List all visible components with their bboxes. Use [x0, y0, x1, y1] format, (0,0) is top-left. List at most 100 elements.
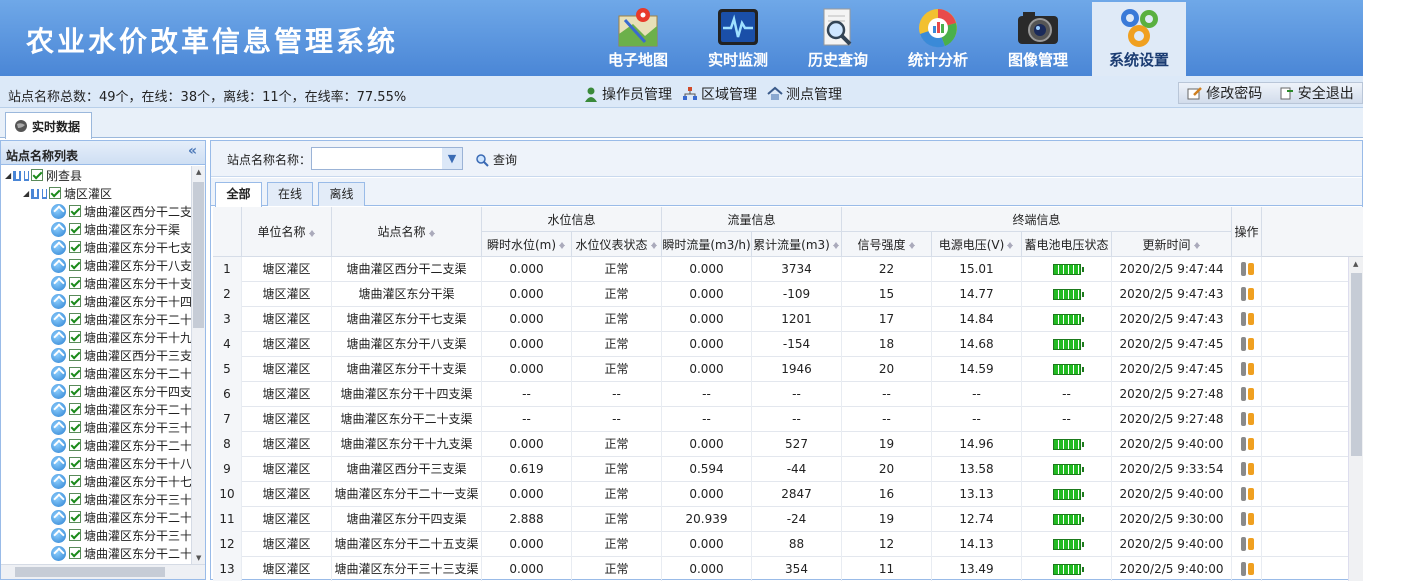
header-unit[interactable]: 单位名称	[242, 207, 332, 257]
tree-station-item[interactable]: 塘曲灌区西分干三支	[1, 346, 192, 364]
tree-station-item[interactable]: 塘曲灌区东分干四支	[1, 382, 192, 400]
tab-offline[interactable]: 离线	[318, 182, 365, 206]
scroll-thumb[interactable]	[15, 567, 165, 577]
table-row[interactable]: 10 塘区灌区 塘曲灌区东分干二十一支渠 0.000 正常 0.000 2847 16 13.1…	[213, 482, 1348, 507]
header-voltage[interactable]: 电源电压(V)	[932, 232, 1022, 257]
header-cum-flow[interactable]: 累计流量(m3)	[752, 232, 842, 257]
tree-root-node[interactable]: ◢ 刚查县	[1, 166, 192, 184]
operator-management-link[interactable]: 操作员管理	[583, 84, 672, 104]
tools-icon[interactable]	[1239, 411, 1255, 429]
tree-station-item[interactable]: 塘曲灌区东分干二十	[1, 400, 192, 418]
table-row[interactable]: 13 塘区灌区 塘曲灌区东分干三十三支渠 0.000 正常 0.000 354 11 13.49…	[213, 557, 1348, 581]
tree-station-item[interactable]: 塘曲灌区东分干二十	[1, 436, 192, 454]
nav-electronic-map[interactable]: 电子地图	[588, 2, 688, 76]
tree-station-item[interactable]: 塘曲灌区东分干十四	[1, 292, 192, 310]
station-management-link[interactable]: 测点管理	[767, 84, 842, 104]
sort-icon[interactable]	[559, 239, 566, 249]
table-row[interactable]: 7 塘区灌区 塘曲灌区东分干二十支渠 -- -- -- -- -- -- -- 2020/2/5 9…	[213, 407, 1348, 432]
tools-icon[interactable]	[1239, 261, 1255, 279]
tree-checkbox[interactable]	[69, 205, 81, 217]
header-inst-flow[interactable]: 瞬时流量(m3/h)	[662, 232, 752, 257]
tree-station-item[interactable]: 塘曲灌区东分干渠	[1, 220, 192, 238]
header-water-level[interactable]: 瞬时水位(m)	[482, 232, 572, 257]
tools-icon[interactable]	[1239, 511, 1255, 529]
tree-checkbox[interactable]	[69, 421, 81, 433]
tree-station-item[interactable]: 塘曲灌区东分干十七	[1, 472, 192, 490]
nav-system-settings[interactable]: 系统设置	[1092, 2, 1186, 76]
tree-checkbox[interactable]	[69, 313, 81, 325]
table-row[interactable]: 5 塘区灌区 塘曲灌区东分干十支渠 0.000 正常 0.000 1946 20 14.59 20…	[213, 357, 1348, 382]
tree-checkbox[interactable]	[69, 493, 81, 505]
header-updated[interactable]: 更新时间	[1112, 232, 1232, 257]
tree-station-item[interactable]: 塘曲灌区东分干三十	[1, 418, 192, 436]
tree-checkbox[interactable]	[69, 367, 81, 379]
tab-realtime-data[interactable]: 实时数据	[5, 112, 92, 139]
tree-checkbox[interactable]	[69, 241, 81, 253]
table-row[interactable]: 4 塘区灌区 塘曲灌区东分干八支渠 0.000 正常 0.000 -154 18 14.68 20…	[213, 332, 1348, 357]
table-row[interactable]: 3 塘区灌区 塘曲灌区东分干七支渠 0.000 正常 0.000 1201 17 14.84 20…	[213, 307, 1348, 332]
collapse-icon[interactable]: «	[188, 143, 197, 159]
tools-icon[interactable]	[1239, 386, 1255, 404]
nav-history-query[interactable]: 历史查询	[788, 2, 888, 76]
tools-icon[interactable]	[1239, 536, 1255, 554]
sort-icon[interactable]	[650, 239, 658, 249]
logout-link[interactable]: 安全退出	[1279, 83, 1354, 103]
table-row[interactable]: 8 塘区灌区 塘曲灌区东分干十九支渠 0.000 正常 0.000 527 19 14.96 20…	[213, 432, 1348, 457]
change-password-link[interactable]: 修改密码	[1187, 83, 1262, 103]
tree-vertical-scrollbar[interactable]: ▲ ▼	[191, 166, 205, 564]
expand-arrow-icon[interactable]: ◢	[5, 171, 13, 180]
tree-checkbox[interactable]	[69, 547, 81, 559]
sort-icon[interactable]	[1007, 239, 1014, 249]
station-select[interactable]: ▼	[311, 147, 463, 170]
header-meter-state[interactable]: 水位仪表状态	[572, 232, 662, 257]
table-row[interactable]: 2 塘区灌区 塘曲灌区东分干渠 0.000 正常 0.000 -109 15 14.77 2020…	[213, 282, 1348, 307]
sort-icon[interactable]	[832, 239, 840, 249]
tree-station-item[interactable]: 塘曲灌区东分干十支	[1, 274, 192, 292]
sort-icon[interactable]	[908, 239, 916, 249]
tree-station-item[interactable]: 塘曲灌区西分干二支	[1, 202, 192, 220]
tree-station-item[interactable]: 塘曲灌区东分干十八	[1, 454, 192, 472]
tree-checkbox[interactable]	[69, 331, 81, 343]
tree-checkbox[interactable]	[69, 259, 81, 271]
tools-icon[interactable]	[1239, 436, 1255, 454]
scroll-thumb[interactable]	[193, 182, 204, 328]
tree-checkbox[interactable]	[69, 277, 81, 289]
table-row[interactable]: 6 塘区灌区 塘曲灌区东分干十四支渠 -- -- -- -- -- -- -- 2020/2/5 9…	[213, 382, 1348, 407]
tools-icon[interactable]	[1239, 461, 1255, 479]
tree-checkbox[interactable]	[31, 169, 43, 181]
tree-station-item[interactable]: 塘曲灌区东分干二十	[1, 310, 192, 328]
grid-vertical-scrollbar[interactable]: ▲	[1348, 257, 1363, 581]
scroll-up-arrow-icon[interactable]: ▲	[1353, 260, 1358, 268]
tab-online[interactable]: 在线	[267, 182, 313, 206]
scroll-down-arrow-icon[interactable]: ▼	[196, 554, 201, 562]
sort-icon[interactable]	[308, 227, 316, 237]
tree-checkbox[interactable]	[69, 529, 81, 541]
tools-icon[interactable]	[1239, 286, 1255, 304]
header-station[interactable]: 站点名称	[332, 207, 482, 257]
nav-image-management[interactable]: 图像管理	[988, 2, 1088, 76]
tree-checkbox[interactable]	[69, 385, 81, 397]
sort-icon[interactable]	[428, 227, 436, 237]
tools-icon[interactable]	[1239, 361, 1255, 379]
scroll-up-arrow-icon[interactable]: ▲	[196, 168, 201, 176]
nav-statistics[interactable]: 统计分析	[888, 2, 988, 76]
tree-station-item[interactable]: 塘曲灌区东分干二十	[1, 544, 192, 562]
table-row[interactable]: 1 塘区灌区 塘曲灌区西分干二支渠 0.000 正常 0.000 3734 22 15.01 20…	[213, 257, 1348, 282]
scroll-thumb[interactable]	[1351, 273, 1362, 456]
table-row[interactable]: 12 塘区灌区 塘曲灌区东分干二十五支渠 0.000 正常 0.000 88 12 14.13 2…	[213, 532, 1348, 557]
expand-arrow-icon[interactable]: ◢	[23, 189, 31, 198]
tree-group-node[interactable]: ◢ 塘区灌区	[1, 184, 192, 202]
table-row[interactable]: 9 塘区灌区 塘曲灌区西分干三支渠 0.619 正常 0.594 -44 20 13.58 202…	[213, 457, 1348, 482]
tools-icon[interactable]	[1239, 311, 1255, 329]
tree-checkbox[interactable]	[69, 439, 81, 451]
tree-horizontal-scrollbar[interactable]	[1, 564, 205, 579]
tree-checkbox[interactable]	[49, 187, 61, 199]
tree-station-item[interactable]: 塘曲灌区东分干十九	[1, 328, 192, 346]
sort-icon[interactable]	[1193, 239, 1201, 249]
tools-icon[interactable]	[1239, 561, 1255, 579]
tree-checkbox[interactable]	[69, 457, 81, 469]
nav-realtime-monitor[interactable]: 实时监测	[688, 2, 788, 76]
chevron-down-icon[interactable]: ▼	[442, 148, 462, 169]
tree-checkbox[interactable]	[69, 349, 81, 361]
header-signal[interactable]: 信号强度	[842, 232, 932, 257]
